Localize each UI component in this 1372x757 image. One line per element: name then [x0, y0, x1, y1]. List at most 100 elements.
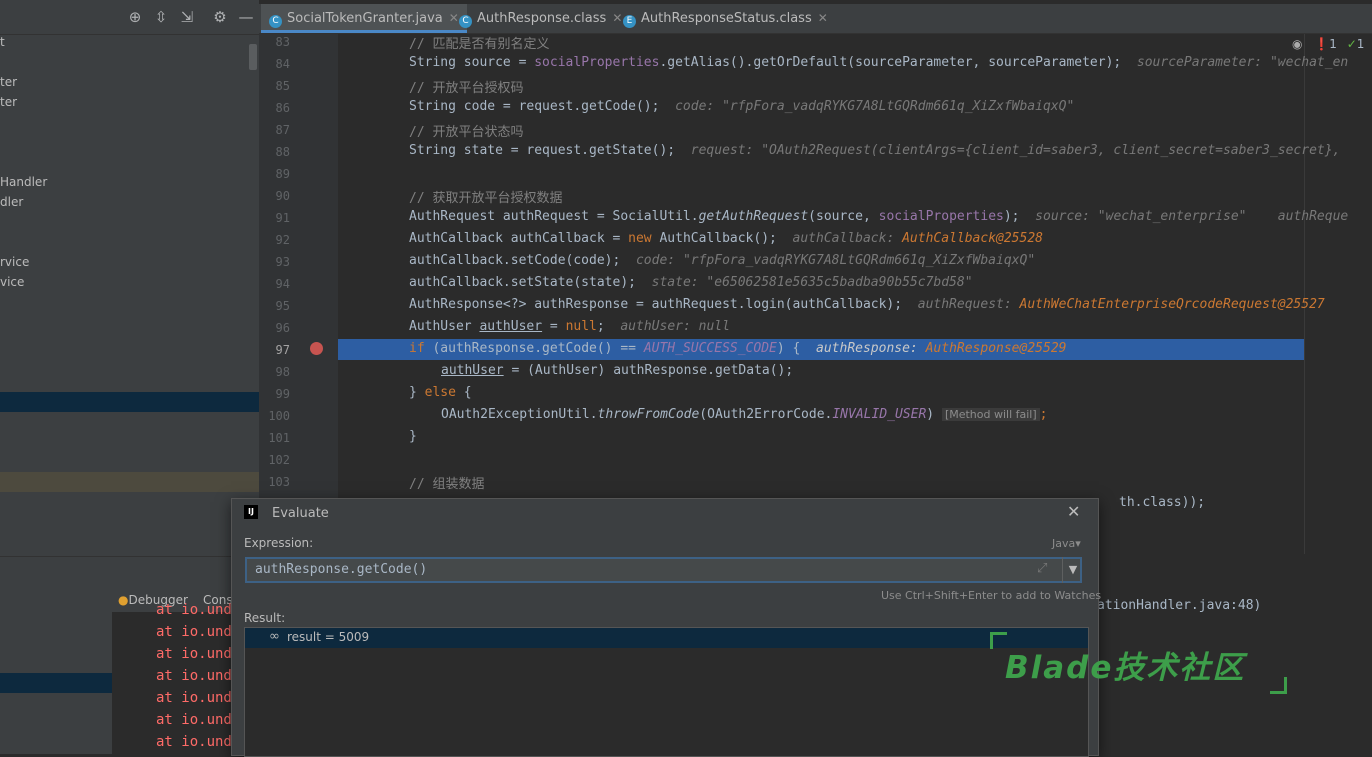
- code-line: // 获取开放平台授权数据: [409, 191, 563, 206]
- intellij-logo-icon: IJ: [244, 505, 258, 519]
- evaluate-dialog: IJ Evaluate ✕ Expression: Java▾ authResp…: [231, 498, 1102, 757]
- tree-selected-row[interactable]: [0, 392, 259, 412]
- expand-all-icon[interactable]: ⇳: [152, 8, 170, 26]
- console-line: at io.unde: [156, 646, 241, 662]
- close-icon[interactable]: ✕: [818, 11, 828, 25]
- code-line: }: [409, 429, 417, 444]
- right-margin-guide: [1304, 34, 1305, 554]
- tree-item[interactable]: dler: [0, 192, 23, 212]
- console-line: at io.unde: [156, 602, 241, 618]
- code-line: // 组装数据: [409, 477, 485, 492]
- line-number: 83: [275, 35, 290, 49]
- collapse-all-icon[interactable]: ⇲: [178, 8, 196, 26]
- dialog-title: Evaluate: [272, 506, 329, 521]
- line-number: 87: [275, 123, 290, 137]
- code-line: } else {: [409, 385, 472, 400]
- editor-tabs: C SocialTokenGranter.java ✕ C AuthResponse.…: [259, 4, 1372, 34]
- eye-icon[interactable]: ◉: [1292, 37, 1302, 51]
- expression-input[interactable]: authResponse.getCode() ⤢ ▼: [245, 557, 1082, 583]
- result-label: Result:: [244, 611, 286, 625]
- console-line: at io.unde: [156, 624, 241, 640]
- class-icon: C: [269, 15, 282, 28]
- frames-selected-row[interactable]: [0, 673, 112, 693]
- line-number: 88: [275, 145, 290, 159]
- code-line: OAuth2ExceptionUtil.throwFromCode(OAuth2…: [441, 407, 1048, 422]
- close-icon[interactable]: ✕: [1067, 502, 1080, 521]
- console-line: at io.unde: [156, 712, 241, 728]
- line-number: 101: [268, 431, 290, 445]
- watch-hint: Use Ctrl+Shift+Enter to add to Watches: [881, 589, 1102, 602]
- execution-line-gutter: [338, 339, 375, 360]
- line-number: 94: [275, 277, 290, 291]
- gear-icon[interactable]: ⚙: [211, 8, 229, 26]
- code-line: String code = request.getCode(); code: "…: [409, 99, 1075, 114]
- tab-social-token-granter[interactable]: C SocialTokenGranter.java ✕: [261, 4, 467, 33]
- infinity-icon: ∞: [269, 629, 280, 644]
- tree-item[interactable]: ter: [0, 72, 17, 92]
- project-toolbar: ⊕ ⇳ ⇲ ⚙ —: [0, 0, 259, 35]
- result-tree: ∞ result = 5009: [244, 627, 1089, 757]
- line-number: 89: [275, 167, 290, 181]
- watermark-text: Blade技术社区: [1005, 650, 1246, 686]
- result-row[interactable]: ∞ result = 5009: [245, 628, 1088, 648]
- tree-item[interactable]: rvice: [0, 252, 29, 272]
- line-number-current: 97: [275, 343, 290, 357]
- line-number: 103: [268, 475, 290, 489]
- result-value: result = 5009: [287, 630, 370, 644]
- console-line: at io.unde: [156, 734, 241, 750]
- line-number: 102: [268, 453, 290, 467]
- error-icon: ❗: [1314, 37, 1330, 51]
- line-number: 91: [275, 211, 290, 225]
- console-line-tail: ationHandler.java:48): [1097, 598, 1262, 613]
- expression-label: Expression:: [244, 536, 314, 550]
- tree-item[interactable]: Handler: [0, 172, 47, 192]
- tree-item[interactable]: ter: [0, 92, 17, 112]
- code-line: AuthCallback authCallback = new AuthCall…: [409, 231, 1043, 246]
- line-number: 100: [268, 409, 290, 423]
- tab-auth-response-status[interactable]: E AuthResponseStatus.class ✕: [615, 4, 836, 33]
- code-line: AuthRequest authRequest = SocialUtil.get…: [409, 209, 1349, 224]
- tree-item[interactable]: vice: [0, 272, 24, 292]
- line-number: 92: [275, 233, 290, 247]
- watermark-bracket: [1270, 677, 1287, 694]
- code-line-current: if (authResponse.getCode() == AUTH_SUCCE…: [409, 341, 1067, 356]
- code-line: String state = request.getState(); reque…: [409, 143, 1341, 158]
- line-number: 85: [275, 79, 290, 93]
- breakpoint-icon[interactable]: [310, 342, 323, 355]
- line-number: 98: [275, 365, 290, 379]
- enum-icon: E: [623, 15, 636, 28]
- code-line: AuthUser authUser = null; authUser: null: [409, 319, 730, 334]
- warning-icon: ✓: [1346, 37, 1357, 51]
- class-icon: C: [459, 15, 472, 28]
- tree-item[interactable]: t: [0, 32, 5, 52]
- debugger-icon: ●: [118, 593, 129, 607]
- expand-icon[interactable]: ⤢: [1037, 561, 1047, 576]
- tab-auth-response[interactable]: C AuthResponse.class ✕: [451, 4, 630, 33]
- tree-scrollbar[interactable]: [249, 44, 257, 70]
- code-line: String source = socialProperties.getAlia…: [409, 55, 1349, 70]
- line-number: 86: [275, 101, 290, 115]
- code-line: AuthResponse<?> authResponse = authReque…: [409, 297, 1325, 312]
- line-number: 84: [275, 57, 290, 71]
- method-will-fail-badge: [Method will fail]: [941, 408, 1040, 421]
- tree-highlight-row[interactable]: [0, 472, 259, 492]
- console-line: at io.unde: [156, 668, 241, 684]
- warning-count: 1: [1356, 37, 1365, 51]
- code-line: // 开放平台状态吗: [409, 125, 524, 140]
- inspection-status[interactable]: ◉ ❗1 ✓1: [1292, 37, 1364, 51]
- error-count: 1: [1329, 37, 1337, 51]
- console-line: at io.unde: [156, 690, 241, 706]
- code-line: // 开放平台授权码: [409, 81, 524, 96]
- locate-icon[interactable]: ⊕: [126, 8, 144, 26]
- code-line: authCallback.setState(state); state: "e6…: [409, 275, 973, 290]
- language-selector[interactable]: Java▾: [1052, 537, 1081, 550]
- line-number: 93: [275, 255, 290, 269]
- line-number: 95: [275, 299, 290, 313]
- code-line: authCallback.setCode(code); code: "rfpFo…: [409, 253, 1036, 268]
- code-line: authUser = (AuthUser) authResponse.getDa…: [441, 363, 794, 378]
- line-number: 90: [275, 189, 290, 203]
- code-line: // 匹配是否有别名定义: [409, 37, 550, 52]
- line-number: 99: [275, 387, 290, 401]
- minimize-icon[interactable]: —: [237, 8, 255, 26]
- history-dropdown-button[interactable]: ▼: [1062, 557, 1083, 583]
